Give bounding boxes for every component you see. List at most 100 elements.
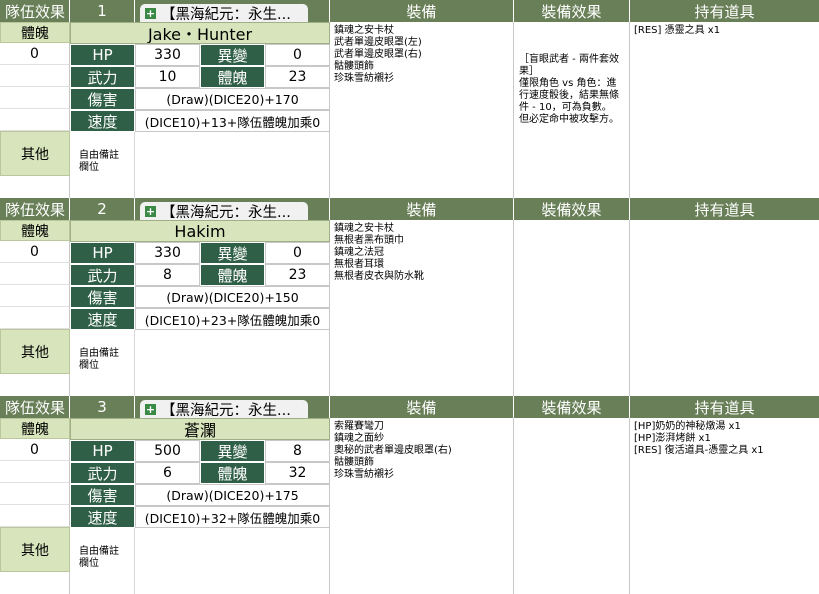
sheet-tab[interactable]: + 【黑海紀元：永生... bbox=[140, 202, 308, 220]
equipment-list[interactable]: 鎮魂之安卡杖 無根者黑布頭巾 鎮魂之法冠 無根者耳環 無根者皮衣與防水靴 bbox=[330, 220, 514, 396]
empty-cell[interactable] bbox=[0, 461, 70, 483]
speed-label: 速度 bbox=[70, 110, 135, 132]
hp-label: HP bbox=[70, 242, 135, 264]
note-field[interactable] bbox=[135, 528, 330, 594]
add-icon[interactable]: + bbox=[145, 7, 156, 19]
sheet-tab-cell: + 【黑海紀元：永生... bbox=[135, 198, 330, 220]
power-value[interactable]: 8 bbox=[135, 264, 200, 286]
power-value[interactable]: 10 bbox=[135, 66, 200, 88]
equipment-list[interactable]: 索羅賽彎刀 鎮魂之面紗 奧秘的武者單邊皮眼罩(右) 骷髏頭飾 珍珠雪紡襯衫 bbox=[330, 418, 514, 594]
sheet-tab[interactable]: + 【黑海紀元：永生... bbox=[140, 4, 308, 22]
sheet-tab-title: 【黑海紀元：永生... bbox=[161, 402, 291, 419]
speed-value[interactable]: (DICE10)+13+隊伍體魄加乘0 bbox=[135, 110, 330, 132]
damage-value[interactable]: (Draw)(DICE20)+175 bbox=[135, 484, 330, 506]
equip-effect-header: 裝備效果 bbox=[514, 198, 630, 220]
equipment-header: 裝備 bbox=[330, 198, 514, 220]
damage-label: 傷害 bbox=[70, 88, 135, 110]
body-value[interactable]: 23 bbox=[265, 264, 330, 286]
add-icon[interactable]: + bbox=[145, 403, 156, 415]
mutation-label: 異變 bbox=[200, 242, 265, 264]
team-effect-header: 隊伍效果 bbox=[0, 198, 70, 220]
speed-label: 速度 bbox=[70, 308, 135, 330]
team-effect-header: 隊伍效果 bbox=[0, 0, 70, 22]
equip-effect-text[interactable]: ［盲眼武者 - 兩件套效果］ 僅限角色 vs 角色：進行速度骰後，結果無條件 -… bbox=[514, 22, 630, 198]
items-header: 持有道具 bbox=[630, 198, 819, 220]
mutation-label: 異變 bbox=[200, 440, 265, 462]
empty-cell[interactable] bbox=[0, 483, 70, 505]
team-effect-header: 隊伍效果 bbox=[0, 396, 70, 418]
hp-label: HP bbox=[70, 44, 135, 66]
damage-value[interactable]: (Draw)(DICE20)+150 bbox=[135, 286, 330, 308]
note-field[interactable] bbox=[135, 132, 330, 198]
damage-label: 傷害 bbox=[70, 484, 135, 506]
character-name[interactable]: Hakim bbox=[70, 220, 330, 242]
soul-label: 體魄 bbox=[0, 220, 70, 241]
empty-cell[interactable] bbox=[0, 263, 70, 285]
empty-cell[interactable] bbox=[0, 572, 70, 594]
character-name[interactable]: 蒼瀾 bbox=[70, 418, 330, 440]
equip-effect-text[interactable] bbox=[514, 418, 630, 594]
mutation-value[interactable]: 0 bbox=[265, 44, 330, 66]
speed-label: 速度 bbox=[70, 506, 135, 528]
hp-value[interactable]: 330 bbox=[135, 44, 200, 66]
other-label: 其他 bbox=[0, 329, 70, 374]
note-label: 自由備註 欄位 bbox=[70, 132, 135, 198]
hp-label: HP bbox=[70, 440, 135, 462]
character-index: 3 bbox=[70, 396, 135, 418]
soul-value[interactable]: 0 bbox=[0, 241, 70, 263]
soul-value[interactable]: 0 bbox=[0, 439, 70, 461]
body-label: 體魄 bbox=[200, 66, 265, 88]
soul-value[interactable]: 0 bbox=[0, 43, 70, 65]
empty-cell[interactable] bbox=[0, 374, 70, 396]
add-icon[interactable]: + bbox=[145, 205, 156, 217]
hp-value[interactable]: 500 bbox=[135, 440, 200, 462]
equip-effect-text[interactable] bbox=[514, 220, 630, 396]
sheet-tab-cell: + 【黑海紀元：永生... bbox=[135, 0, 330, 22]
empty-cell[interactable] bbox=[0, 307, 70, 329]
character-block: 隊伍效果 3 + 【黑海紀元：永生... 裝備 裝備效果 持有道具 體魄 0 其… bbox=[0, 396, 819, 594]
note-label: 自由備註 欄位 bbox=[70, 528, 135, 594]
character-index: 1 bbox=[70, 0, 135, 22]
empty-cell[interactable] bbox=[0, 87, 70, 109]
equipment-header: 裝備 bbox=[330, 0, 514, 22]
items-list[interactable]: [HP]奶奶的神秘燉湯 x1 [HP]澎湃烤餅 x1 [RES] 復活道具-憑靈… bbox=[630, 418, 819, 594]
character-block: 隊伍效果 2 + 【黑海紀元：永生... 裝備 裝備效果 持有道具 體魄 0 其… bbox=[0, 198, 819, 396]
body-label: 體魄 bbox=[200, 462, 265, 484]
soul-label: 體魄 bbox=[0, 418, 70, 439]
empty-cell[interactable] bbox=[0, 505, 70, 527]
character-name[interactable]: Jake・Hunter bbox=[70, 22, 330, 44]
items-list[interactable] bbox=[630, 220, 819, 396]
power-label: 武力 bbox=[70, 66, 135, 88]
empty-cell[interactable] bbox=[0, 109, 70, 131]
items-header: 持有道具 bbox=[630, 396, 819, 418]
empty-cell[interactable] bbox=[0, 65, 70, 87]
items-list[interactable]: [RES] 憑靈之具 x1 bbox=[630, 22, 819, 198]
equip-effect-header: 裝備效果 bbox=[514, 396, 630, 418]
mutation-value[interactable]: 0 bbox=[265, 242, 330, 264]
hp-value[interactable]: 330 bbox=[135, 242, 200, 264]
damage-value[interactable]: (Draw)(DICE20)+170 bbox=[135, 88, 330, 110]
character-index: 2 bbox=[70, 198, 135, 220]
equipment-header: 裝備 bbox=[330, 396, 514, 418]
power-label: 武力 bbox=[70, 462, 135, 484]
sheet-tab[interactable]: + 【黑海紀元：永生... bbox=[140, 400, 308, 418]
sheet-tab-title: 【黑海紀元：永生... bbox=[161, 204, 291, 221]
empty-cell[interactable] bbox=[0, 285, 70, 307]
mutation-value[interactable]: 8 bbox=[265, 440, 330, 462]
body-label: 體魄 bbox=[200, 264, 265, 286]
note-label: 自由備註 欄位 bbox=[70, 330, 135, 396]
empty-cell[interactable] bbox=[0, 176, 70, 198]
damage-label: 傷害 bbox=[70, 286, 135, 308]
power-value[interactable]: 6 bbox=[135, 462, 200, 484]
power-label: 武力 bbox=[70, 264, 135, 286]
body-value[interactable]: 23 bbox=[265, 66, 330, 88]
note-field[interactable] bbox=[135, 330, 330, 396]
mutation-label: 異變 bbox=[200, 44, 265, 66]
speed-value[interactable]: (DICE10)+32+隊伍體魄加乘0 bbox=[135, 506, 330, 528]
speed-value[interactable]: (DICE10)+23+隊伍體魄加乘0 bbox=[135, 308, 330, 330]
other-label: 其他 bbox=[0, 131, 70, 176]
equip-effect-header: 裝備效果 bbox=[514, 0, 630, 22]
equipment-list[interactable]: 鎮魂之安卡杖 武者單邊皮眼罩(左) 武者單邊皮眼罩(右) 骷髏頭飾 珍珠雪紡襯衫 bbox=[330, 22, 514, 198]
items-header: 持有道具 bbox=[630, 0, 819, 22]
body-value[interactable]: 32 bbox=[265, 462, 330, 484]
